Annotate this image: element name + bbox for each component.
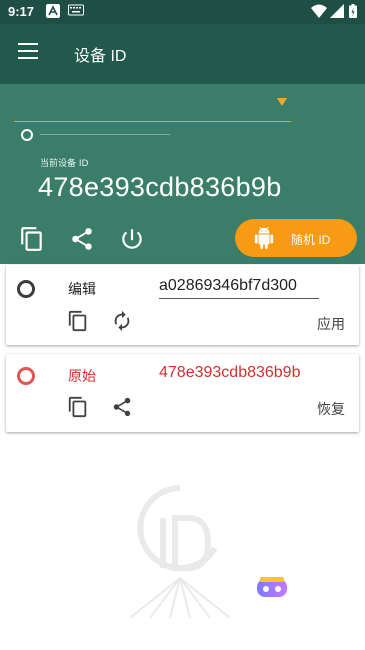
keyboard-icon <box>68 4 84 16</box>
edit-label: 编辑 <box>68 282 96 298</box>
current-id-value: 478e393cdb836b9b <box>38 172 282 202</box>
wifi-icon <box>311 4 327 18</box>
current-id-label: 当前设备 ID <box>40 159 89 169</box>
id-logo-watermark-icon <box>129 485 231 618</box>
selection-line <box>40 134 170 135</box>
status-bar: 9:17 <box>0 0 365 24</box>
page-title: 设备 ID <box>74 48 127 65</box>
radio-icon[interactable] <box>21 129 33 141</box>
share-icon[interactable] <box>111 396 133 418</box>
refresh-icon[interactable] <box>111 310 133 332</box>
game-controller-icon[interactable] <box>256 577 288 601</box>
edit-id-card: 编辑 a02869346bf7d300 应用 <box>6 265 359 345</box>
radio-icon[interactable] <box>17 367 35 385</box>
dropdown-arrow-icon <box>277 98 287 106</box>
power-icon[interactable] <box>119 226 145 252</box>
share-icon[interactable] <box>69 226 95 252</box>
original-id-value: 478e393cdb836b9b <box>159 364 301 381</box>
original-id-card: 原始 478e393cdb836b9b 恢复 <box>6 354 359 432</box>
copy-icon[interactable] <box>19 226 45 252</box>
signal-icon <box>330 4 344 18</box>
menu-icon[interactable] <box>18 43 38 63</box>
current-id-panel: 当前设备 ID 478e393cdb836b9b 随机 ID <box>0 84 365 264</box>
battery-icon <box>349 4 357 18</box>
status-time: 9:17 <box>8 4 35 19</box>
copy-icon[interactable] <box>67 310 89 332</box>
random-id-button[interactable]: 随机 ID <box>235 219 357 257</box>
android-icon <box>254 227 274 249</box>
id-selector-dropdown[interactable] <box>14 96 291 122</box>
copy-icon[interactable] <box>67 396 89 418</box>
edit-id-input[interactable]: a02869346bf7d300 <box>159 277 319 299</box>
original-label: 原始 <box>68 369 96 385</box>
apply-button[interactable]: 应用 <box>317 314 345 334</box>
restore-button[interactable]: 恢复 <box>317 399 345 419</box>
radio-icon[interactable] <box>17 280 35 298</box>
random-id-label: 随机 ID <box>291 233 331 247</box>
app-bar: 设备 ID <box>0 24 365 84</box>
app-notification-icon <box>46 4 60 18</box>
